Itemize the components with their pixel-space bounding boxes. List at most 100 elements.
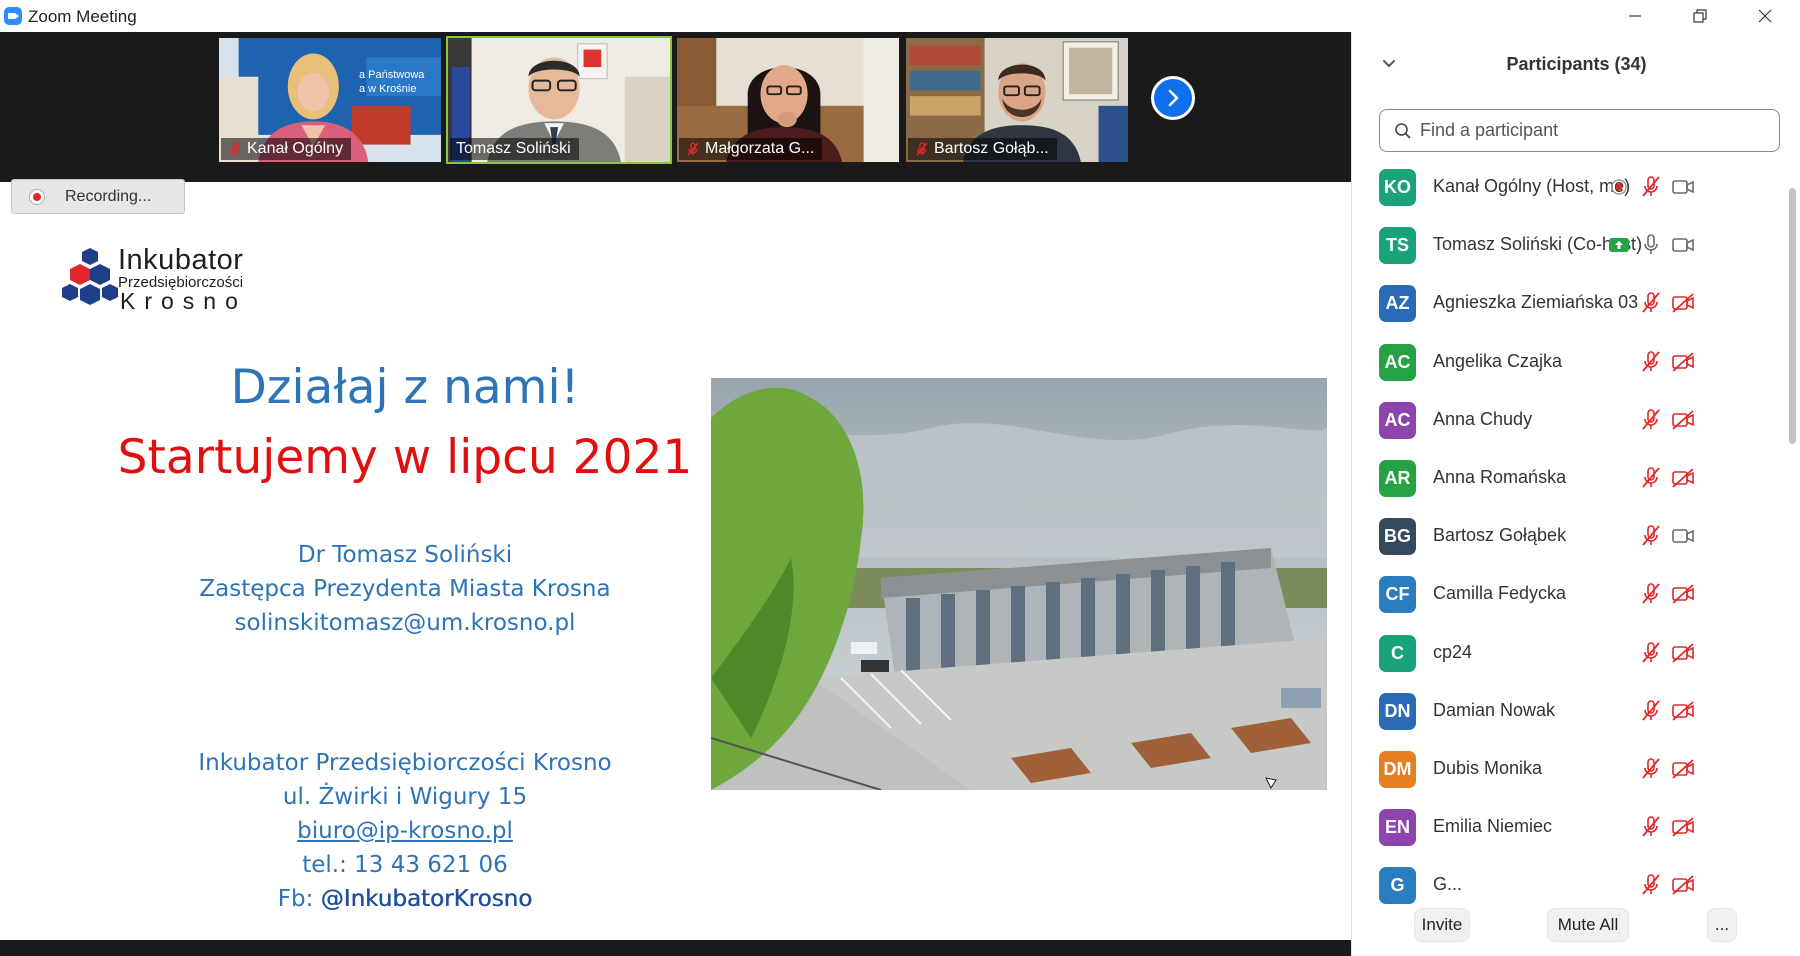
participant-avatar: BG xyxy=(1379,518,1416,556)
participant-avatar: KO xyxy=(1379,169,1416,206)
video-off-icon[interactable] xyxy=(1670,290,1696,316)
title-bar: Zoom Meeting xyxy=(0,0,1800,32)
recording-status-icon xyxy=(1606,174,1632,200)
participant-avatar: CF xyxy=(1379,576,1416,614)
participant-row[interactable]: TS Tomasz Soliński (Co-host) xyxy=(1352,220,1788,278)
participant-row[interactable]: AR Anna Romańska xyxy=(1352,453,1788,511)
mute-all-button[interactable]: Mute All xyxy=(1547,908,1629,942)
participant-name: G... xyxy=(1433,874,1463,895)
zoom-window: Zoom Meeting a Państwowa a w Krośnie Kan… xyxy=(0,0,1800,956)
participant-avatar: DN xyxy=(1379,692,1416,730)
participant-avatar: DM xyxy=(1379,751,1416,788)
mic-muted-icon[interactable] xyxy=(1638,698,1664,724)
participant-row[interactable]: Ccp24 xyxy=(1352,628,1788,686)
mic-muted-icon[interactable] xyxy=(1638,756,1664,782)
close-window-button[interactable] xyxy=(1733,0,1797,32)
video-off-icon[interactable] xyxy=(1670,407,1696,433)
participant-name: Anna Chudy xyxy=(1433,408,1533,429)
participant-name: Bartosz Gołąbek xyxy=(1433,525,1567,546)
zoom-logo-icon xyxy=(4,7,22,25)
video-off-icon[interactable] xyxy=(1670,872,1696,898)
invite-button[interactable]: Invite xyxy=(1414,908,1470,942)
participant-avatar: G xyxy=(1379,867,1416,905)
participant-search-box[interactable] xyxy=(1379,109,1780,152)
speaker-role: Zastępca Prezydenta Miasta Krosna xyxy=(199,576,611,602)
mic-muted-icon[interactable] xyxy=(1638,523,1664,549)
more-options-button[interactable]: ... xyxy=(1707,908,1737,942)
organization-email-link[interactable]: biuro@ip-krosno.pl xyxy=(0,818,810,844)
participant-row[interactable]: EN Emilia Niemiec xyxy=(1352,802,1788,860)
participants-list: KO Kanał Ogólny (Host, me) TS Tomasz Solińs… xyxy=(1352,162,1788,912)
video-tile-name: Kanał Ogólny xyxy=(221,138,352,160)
video-off-icon[interactable] xyxy=(1670,465,1696,491)
participant-name: Damian Nowak xyxy=(1433,699,1556,720)
video-tile[interactable]: Bartosz Gołąb... xyxy=(904,36,1130,164)
participant-avatar: C xyxy=(1379,634,1416,672)
participant-avatar: EN xyxy=(1379,809,1416,847)
video-off-icon[interactable] xyxy=(1670,756,1696,782)
minimize-icon xyxy=(1629,15,1641,17)
mic-muted-icon[interactable] xyxy=(1638,465,1664,491)
mic-muted-icon[interactable] xyxy=(1638,581,1664,607)
speaker-email: solinskitomasz@um.krosno.pl xyxy=(234,610,576,636)
participant-name: Kanał Ogólny (Host, me) xyxy=(1433,176,1631,196)
slide-subheadline: Startujemy w lipcu 2021 xyxy=(117,430,693,485)
participant-name: Anna Romańska xyxy=(1433,467,1567,487)
video-tile-active-speaker[interactable]: Tomasz Soliński xyxy=(446,36,672,164)
window-title: Zoom Meeting xyxy=(28,7,137,26)
logo-title: Inkubator xyxy=(118,244,244,276)
mic-icon[interactable] xyxy=(1638,232,1664,258)
mic-muted-icon[interactable] xyxy=(1638,407,1664,433)
building-photo xyxy=(711,378,1327,790)
participant-row[interactable]: DM Dubis Monika xyxy=(1352,744,1788,802)
mic-muted-icon[interactable] xyxy=(1638,349,1664,375)
mic-muted-icon[interactable] xyxy=(1638,814,1664,840)
recording-indicator[interactable]: Recording... xyxy=(11,179,185,214)
mic-muted-icon[interactable] xyxy=(1638,872,1664,898)
mic-muted-icon xyxy=(687,142,699,156)
mic-muted-icon[interactable] xyxy=(1638,290,1664,316)
participant-avatar: AC xyxy=(1379,343,1416,381)
video-off-icon[interactable] xyxy=(1670,349,1696,375)
recording-label: Recording... xyxy=(65,187,152,205)
video-tile[interactable]: Małgorzata G... xyxy=(675,36,901,164)
video-camera-icon[interactable] xyxy=(1670,232,1696,258)
mic-muted-icon xyxy=(229,142,241,156)
participant-name: cp24 xyxy=(1433,641,1473,662)
restore-icon xyxy=(1693,9,1707,23)
scrollbar-thumb[interactable] xyxy=(1789,188,1796,444)
video-tile-name: Tomasz Soliński xyxy=(450,138,579,160)
video-off-icon[interactable] xyxy=(1670,640,1696,666)
participant-avatar: AC xyxy=(1379,401,1416,439)
participant-name: Camilla Fedycka xyxy=(1433,583,1567,604)
minimize-button[interactable] xyxy=(1603,0,1667,32)
video-off-icon[interactable] xyxy=(1670,698,1696,724)
restore-button[interactable] xyxy=(1668,0,1732,32)
organization-name: Inkubator Przedsiębiorczości Krosno xyxy=(198,750,612,776)
next-videos-button[interactable] xyxy=(1151,76,1195,120)
organization-address: ul. Żwirki i Wigury 15 xyxy=(282,784,528,810)
slide-headline: Działaj z nami! xyxy=(230,360,580,415)
video-thumbnail-strip: a Państwowa a w Krośnie Kanał Ogólny Tom… xyxy=(0,32,1351,182)
video-camera-icon[interactable] xyxy=(1670,174,1696,200)
mic-muted-icon[interactable] xyxy=(1638,640,1664,666)
participant-avatar: AR xyxy=(1379,460,1416,497)
participant-row[interactable]: G G... xyxy=(1352,860,1788,912)
logo-city: Krosno xyxy=(120,288,247,314)
video-camera-icon[interactable] xyxy=(1670,523,1696,549)
participant-row[interactable]: AC Anna Chudy xyxy=(1352,395,1788,453)
participant-row[interactable]: CF Camilla Fedycka xyxy=(1352,569,1788,627)
video-off-icon[interactable] xyxy=(1670,581,1696,607)
video-tile-name: Małgorzata G... xyxy=(679,138,823,160)
video-tile[interactable]: a Państwowa a w Krośnie Kanał Ogólny xyxy=(217,36,443,164)
video-off-icon[interactable] xyxy=(1670,814,1696,840)
participants-scrollbar[interactable] xyxy=(1787,158,1797,910)
close-icon xyxy=(1758,9,1772,23)
participant-row[interactable]: AC Angelika Czajka xyxy=(1352,337,1788,395)
participant-row[interactable]: KO Kanał Ogólny (Host, me) xyxy=(1352,162,1788,220)
participant-row[interactable]: AZ Agnieszka Ziemiańska 03 xyxy=(1352,278,1788,336)
participant-row[interactable]: DN Damian Nowak xyxy=(1352,686,1788,744)
participant-search-input[interactable] xyxy=(1420,112,1770,149)
participant-row[interactable]: BG Bartosz Gołąbek xyxy=(1352,511,1788,569)
mic-muted-icon[interactable] xyxy=(1638,174,1664,200)
